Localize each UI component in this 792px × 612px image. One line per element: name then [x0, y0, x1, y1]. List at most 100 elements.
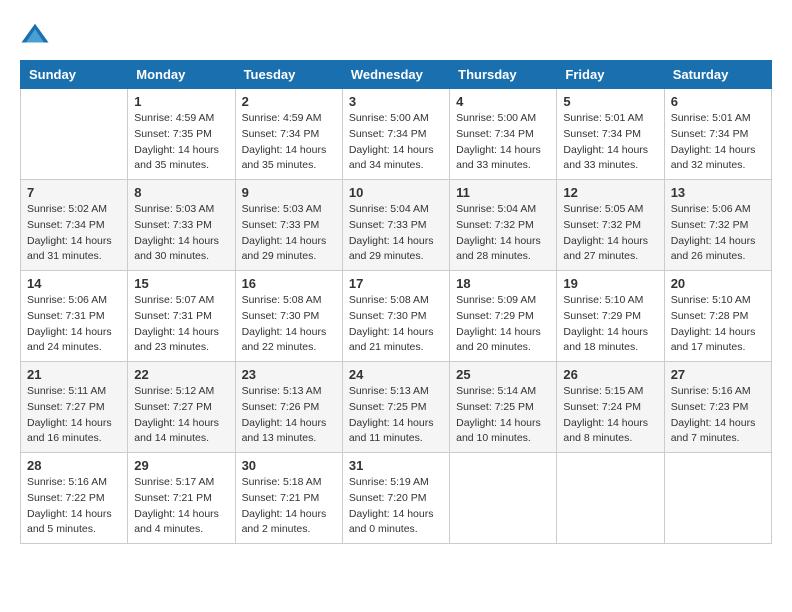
calendar-cell: 5 Sunrise: 5:01 AMSunset: 7:34 PMDaylight… [557, 89, 664, 180]
calendar-cell: 3Sunrise: 5:00 AMSunset: 7:34 PMDaylight… [342, 89, 449, 180]
calendar-cell [664, 453, 771, 544]
calendar-cell: 1 Sunrise: 4:59 AMSunset: 7:35 PMDaylight… [128, 89, 235, 180]
day-info: Sunrise: 5:08 AMSunset: 7:30 PMDaylight:… [242, 293, 336, 356]
calendar-cell: 28 Sunrise: 5:16 AMSunset: 7:22 PMDayligh… [21, 453, 128, 544]
day-info: Sunrise: 5:08 AMSunset: 7:30 PMDaylight:… [349, 293, 443, 356]
day-number: 10 [349, 185, 443, 200]
day-number: 15 [134, 276, 228, 291]
calendar-cell: 16 Sunrise: 5:08 AMSunset: 7:30 PMDayligh… [235, 271, 342, 362]
calendar-cell: 29 Sunrise: 5:17 AMSunset: 7:21 PMDayligh… [128, 453, 235, 544]
day-number: 17 [349, 276, 443, 291]
day-number: 6 [671, 94, 765, 109]
calendar-cell: 17 Sunrise: 5:08 AMSunset: 7:30 PMDayligh… [342, 271, 449, 362]
header-wednesday: Wednesday [342, 61, 449, 89]
day-number: 20 [671, 276, 765, 291]
calendar-cell: 18Sunrise: 5:09 AMSunset: 7:29 PMDayligh… [450, 271, 557, 362]
calendar-cell: 7 Sunrise: 5:02 AMSunset: 7:34 PMDaylight… [21, 180, 128, 271]
calendar-cell: 21 Sunrise: 5:11 AMSunset: 7:27 PMDayligh… [21, 362, 128, 453]
calendar-cell [450, 453, 557, 544]
day-info: Sunrise: 4:59 AMSunset: 7:35 PMDaylight:… [134, 111, 228, 174]
calendar-cell: 15 Sunrise: 5:07 AMSunset: 7:31 PMDayligh… [128, 271, 235, 362]
calendar-cell: 22Sunrise: 5:12 AMSunset: 7:27 PMDayligh… [128, 362, 235, 453]
day-number: 23 [242, 367, 336, 382]
day-info: Sunrise: 5:00 AMSunset: 7:34 PMDaylight:… [456, 111, 550, 174]
calendar-cell: 13 Sunrise: 5:06 AMSunset: 7:32 PMDayligh… [664, 180, 771, 271]
day-info: Sunrise: 4:59 AMSunset: 7:34 PMDaylight:… [242, 111, 336, 174]
calendar-week-row: 21 Sunrise: 5:11 AMSunset: 7:27 PMDayligh… [21, 362, 772, 453]
day-info: Sunrise: 5:14 AMSunset: 7:25 PMDaylight:… [456, 384, 550, 447]
calendar-cell: 23 Sunrise: 5:13 AMSunset: 7:26 PMDayligh… [235, 362, 342, 453]
day-info: Sunrise: 5:02 AMSunset: 7:34 PMDaylight:… [27, 202, 121, 265]
logo [20, 20, 54, 50]
day-info: Sunrise: 5:06 AMSunset: 7:32 PMDaylight:… [671, 202, 765, 265]
day-number: 19 [563, 276, 657, 291]
calendar-week-row: 1 Sunrise: 4:59 AMSunset: 7:35 PMDaylight… [21, 89, 772, 180]
calendar-cell: 2 Sunrise: 4:59 AMSunset: 7:34 PMDaylight… [235, 89, 342, 180]
day-info: Sunrise: 5:04 AMSunset: 7:33 PMDaylight:… [349, 202, 443, 265]
day-info: Sunrise: 5:01 AMSunset: 7:34 PMDaylight:… [671, 111, 765, 174]
calendar-cell: 9Sunrise: 5:03 AMSunset: 7:33 PMDaylight… [235, 180, 342, 271]
calendar-cell: 8Sunrise: 5:03 AMSunset: 7:33 PMDaylight… [128, 180, 235, 271]
calendar-cell: 14 Sunrise: 5:06 AMSunset: 7:31 PMDayligh… [21, 271, 128, 362]
header-sunday: Sunday [21, 61, 128, 89]
calendar-cell: 26 Sunrise: 5:15 AMSunset: 7:24 PMDayligh… [557, 362, 664, 453]
day-number: 14 [27, 276, 121, 291]
day-info: Sunrise: 5:07 AMSunset: 7:31 PMDaylight:… [134, 293, 228, 356]
calendar-cell: 19 Sunrise: 5:10 AMSunset: 7:29 PMDayligh… [557, 271, 664, 362]
day-info: Sunrise: 5:18 AMSunset: 7:21 PMDaylight:… [242, 475, 336, 538]
day-number: 24 [349, 367, 443, 382]
day-info: Sunrise: 5:13 AMSunset: 7:26 PMDaylight:… [242, 384, 336, 447]
calendar-cell: 20 Sunrise: 5:10 AMSunset: 7:28 PMDayligh… [664, 271, 771, 362]
day-number: 3 [349, 94, 443, 109]
day-number: 8 [134, 185, 228, 200]
day-info: Sunrise: 5:13 AMSunset: 7:25 PMDaylight:… [349, 384, 443, 447]
calendar-cell: 4 Sunrise: 5:00 AMSunset: 7:34 PMDaylight… [450, 89, 557, 180]
header-thursday: Thursday [450, 61, 557, 89]
header-friday: Friday [557, 61, 664, 89]
calendar-cell: 11Sunrise: 5:04 AMSunset: 7:32 PMDayligh… [450, 180, 557, 271]
day-info: Sunrise: 5:04 AMSunset: 7:32 PMDaylight:… [456, 202, 550, 265]
calendar-cell: 30 Sunrise: 5:18 AMSunset: 7:21 PMDayligh… [235, 453, 342, 544]
day-number: 9 [242, 185, 336, 200]
day-number: 30 [242, 458, 336, 473]
calendar-week-row: 7 Sunrise: 5:02 AMSunset: 7:34 PMDaylight… [21, 180, 772, 271]
header-saturday: Saturday [664, 61, 771, 89]
logo-icon [20, 20, 50, 50]
day-number: 4 [456, 94, 550, 109]
day-number: 16 [242, 276, 336, 291]
day-number: 12 [563, 185, 657, 200]
day-number: 29 [134, 458, 228, 473]
day-info: Sunrise: 5:15 AMSunset: 7:24 PMDaylight:… [563, 384, 657, 447]
day-info: Sunrise: 5:19 AMSunset: 7:20 PMDaylight:… [349, 475, 443, 538]
calendar-cell: 31 Sunrise: 5:19 AMSunset: 7:20 PMDayligh… [342, 453, 449, 544]
calendar-cell [21, 89, 128, 180]
day-info: Sunrise: 5:10 AMSunset: 7:29 PMDaylight:… [563, 293, 657, 356]
day-number: 31 [349, 458, 443, 473]
day-number: 5 [563, 94, 657, 109]
day-number: 13 [671, 185, 765, 200]
day-number: 28 [27, 458, 121, 473]
day-number: 1 [134, 94, 228, 109]
day-number: 26 [563, 367, 657, 382]
calendar-header-row: Sunday Monday Tuesday Wednesday Thursday… [21, 61, 772, 89]
calendar-week-row: 14 Sunrise: 5:06 AMSunset: 7:31 PMDayligh… [21, 271, 772, 362]
calendar-cell: 25 Sunrise: 5:14 AMSunset: 7:25 PMDayligh… [450, 362, 557, 453]
day-info: Sunrise: 5:16 AMSunset: 7:22 PMDaylight:… [27, 475, 121, 538]
calendar-table: Sunday Monday Tuesday Wednesday Thursday… [20, 60, 772, 544]
day-info: Sunrise: 5:05 AMSunset: 7:32 PMDaylight:… [563, 202, 657, 265]
day-info: Sunrise: 5:06 AMSunset: 7:31 PMDaylight:… [27, 293, 121, 356]
day-number: 21 [27, 367, 121, 382]
day-number: 25 [456, 367, 550, 382]
day-info: Sunrise: 5:17 AMSunset: 7:21 PMDaylight:… [134, 475, 228, 538]
calendar-cell: 12 Sunrise: 5:05 AMSunset: 7:32 PMDayligh… [557, 180, 664, 271]
day-number: 7 [27, 185, 121, 200]
day-info: Sunrise: 5:10 AMSunset: 7:28 PMDaylight:… [671, 293, 765, 356]
day-info: Sunrise: 5:11 AMSunset: 7:27 PMDaylight:… [27, 384, 121, 447]
header-tuesday: Tuesday [235, 61, 342, 89]
day-number: 2 [242, 94, 336, 109]
calendar-cell: 27Sunrise: 5:16 AMSunset: 7:23 PMDayligh… [664, 362, 771, 453]
day-number: 22 [134, 367, 228, 382]
day-info: Sunrise: 5:01 AMSunset: 7:34 PMDaylight:… [563, 111, 657, 174]
header-monday: Monday [128, 61, 235, 89]
day-number: 18 [456, 276, 550, 291]
